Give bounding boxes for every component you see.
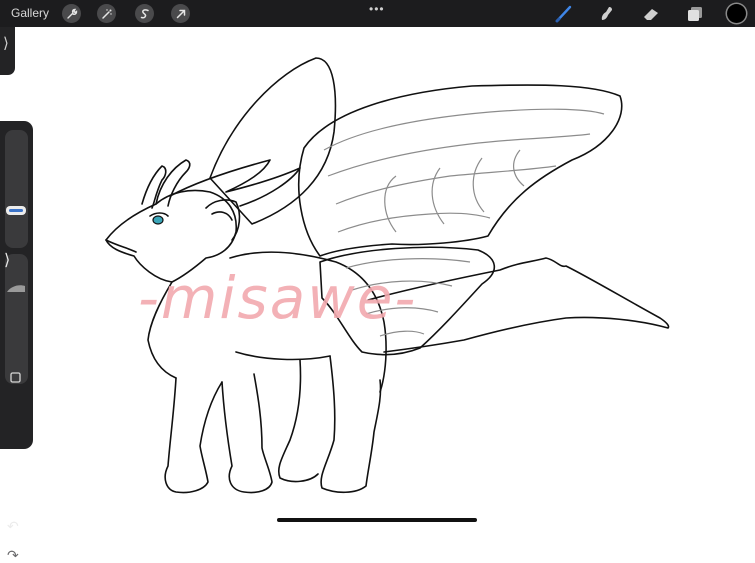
opacity-knob-icon <box>7 285 25 292</box>
front-wing <box>298 84 623 257</box>
drawing-canvas[interactable]: -misawe- <box>0 27 755 527</box>
top-toolbar: Gallery ••• <box>0 0 755 27</box>
brush-size-slider[interactable] <box>5 130 28 248</box>
chevron-right-icon: ⟩ <box>3 35 9 52</box>
color-swatch[interactable] <box>727 4 746 23</box>
actions-button[interactable] <box>62 4 81 23</box>
home-indicator[interactable] <box>277 518 477 522</box>
front-leg <box>164 377 223 494</box>
opacity-knob-area <box>5 285 28 385</box>
watermark-text: -misawe- <box>138 264 417 332</box>
left-sidebar: ↶ ↷ <box>0 121 33 562</box>
layers-icon <box>688 7 702 21</box>
move-arrow-icon <box>176 9 185 18</box>
redo-button[interactable]: ↷ <box>7 548 19 562</box>
chevron-right-icon: ⟩ <box>4 252 11 269</box>
more-options-button[interactable]: ••• <box>369 3 385 15</box>
brush-icon <box>555 5 572 23</box>
gallery-button[interactable]: Gallery <box>11 6 49 21</box>
sidebar-open-chevron[interactable]: ⟩ <box>4 251 10 271</box>
transform-button[interactable] <box>171 4 190 23</box>
sidebar-toggle-tab[interactable]: ⟩ <box>0 27 15 75</box>
adjustments-button[interactable] <box>97 4 116 23</box>
selection-button[interactable] <box>135 4 154 23</box>
brush-tool-button[interactable] <box>554 4 574 24</box>
layers-button[interactable] <box>685 4 705 24</box>
upper-back-wing <box>209 57 337 225</box>
undo-button[interactable]: ↶ <box>7 519 19 533</box>
smudge-tool-button[interactable] <box>597 4 617 24</box>
eraser-icon <box>644 9 658 20</box>
magic-wand-icon <box>101 8 112 19</box>
smudge-icon <box>601 7 612 20</box>
selection-icon <box>140 8 149 18</box>
wrench-icon <box>66 8 77 19</box>
brush-size-knob[interactable] <box>6 206 26 215</box>
eraser-tool-button[interactable] <box>641 4 661 24</box>
hind-leg <box>320 355 382 494</box>
